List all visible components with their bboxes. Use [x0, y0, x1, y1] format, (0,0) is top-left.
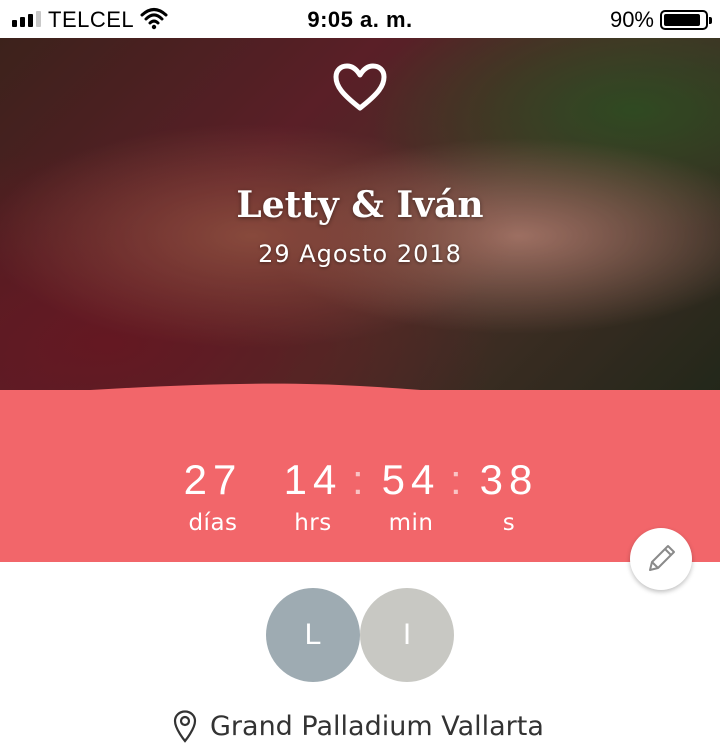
minutes-label: min — [388, 510, 434, 536]
battery-icon — [660, 10, 712, 30]
avatar-partner-1[interactable]: L — [266, 588, 360, 682]
location-pin-icon — [173, 710, 197, 743]
venue-name: Grand Palladium Vallarta — [210, 710, 544, 742]
avatar-partner-2[interactable]: I — [360, 588, 454, 682]
venue-location[interactable]: Grand Palladium Vallarta — [172, 706, 544, 746]
days-label: días — [188, 510, 238, 536]
countdown-timer: 27 días 14 hrs : 54 min : 38 s — [0, 458, 720, 548]
countdown-seconds: 38 s — [454, 456, 564, 537]
couple-photo: Letty & Iván 29 Agosto 2018 — [0, 38, 720, 398]
days-value: 27 — [183, 456, 243, 503]
hours-label: hrs — [294, 510, 332, 536]
seconds-label: s — [502, 510, 516, 536]
battery-percentage: 90% — [609, 7, 654, 32]
heart-outline-icon — [333, 63, 387, 111]
wedding-date: 29 Agosto 2018 — [258, 240, 462, 268]
seconds-value: 38 — [479, 456, 539, 503]
countdown-days: 27 días — [158, 456, 268, 537]
couple-names: Letty & Iván — [236, 184, 484, 226]
battery-fill — [664, 14, 700, 26]
status-bar: TELCEL 9:05 a. m. 90% — [0, 0, 720, 38]
edit-button[interactable] — [630, 528, 692, 590]
pencil-icon — [649, 545, 675, 571]
